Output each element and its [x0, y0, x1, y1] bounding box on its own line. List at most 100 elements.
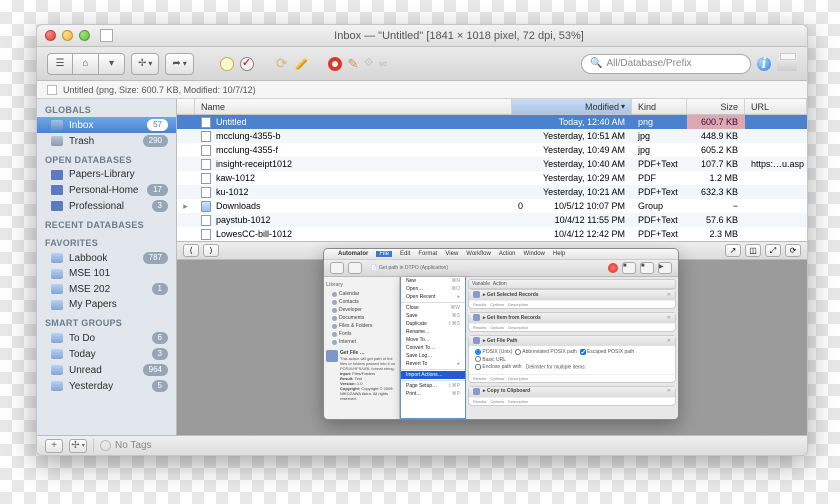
library-item[interactable]: Internet — [326, 338, 397, 346]
link-icon[interactable]: ⟐ — [364, 57, 373, 70]
sidebar-item[interactable]: MSE 101 — [37, 266, 176, 281]
action-footer-tab[interactable]: Results — [473, 325, 486, 330]
table-row[interactable]: ▸Downloads010/5/12 10:07 PMGroup− — [177, 199, 807, 213]
table-row[interactable]: mcclung-4355-fYesterday, 10:49 AMjpg605.… — [177, 143, 807, 157]
url-radio[interactable] — [475, 356, 481, 362]
menu-item[interactable]: New⌘N — [401, 277, 465, 285]
menu-item[interactable]: Revert To▸ — [401, 360, 465, 368]
col-url[interactable]: URL — [745, 99, 807, 114]
workflow-action[interactable]: ▸ Get Selected Records✕ResultsOptionsDes… — [468, 289, 676, 309]
sidebar-item[interactable]: Trash290 — [37, 133, 176, 149]
sidebar-item[interactable]: Labbook787 — [37, 250, 176, 266]
menu-workflow[interactable]: Workflow — [466, 251, 491, 257]
menu-item[interactable]: Close⌘W — [401, 304, 465, 312]
workflow-action[interactable]: ▸ Get File Path✕ POSIX (Unix) Abbreviate… — [468, 335, 676, 383]
menu-window[interactable]: Window — [524, 251, 545, 257]
step-button[interactable]: ■ — [622, 262, 636, 274]
zoom-window-button[interactable] — [79, 30, 90, 41]
action-footer-tab[interactable]: Results — [473, 399, 486, 404]
menu-item[interactable]: Convert To… — [401, 344, 465, 352]
stop-button[interactable]: ■ — [640, 262, 654, 274]
home-button[interactable]: ⌂ — [73, 53, 99, 75]
action-footer-tab[interactable]: Results — [473, 376, 486, 381]
file-menu-dropdown[interactable]: New⌘NOpen…⌘OOpen Recent▸ Close⌘WSave⌘SDup… — [400, 277, 466, 419]
table-row[interactable]: UntitledToday, 12:40 AMpng600.7 KB — [177, 115, 807, 129]
delete-icon[interactable] — [328, 57, 342, 71]
table-row[interactable]: kaw-1012Yesterday, 10:29 AMPDF1.2 MB — [177, 171, 807, 185]
menu-item[interactable]: Page Setup…⇧⌘P — [401, 382, 465, 390]
library-item[interactable]: Calendar — [326, 290, 397, 298]
library-item[interactable]: Developer — [326, 306, 397, 314]
col-size[interactable]: Size — [687, 99, 745, 114]
pv-action1-button[interactable]: ↗ — [725, 244, 741, 257]
action-footer-tab[interactable]: Description — [508, 399, 528, 404]
sidebar-item[interactable]: To Do6 — [37, 330, 176, 346]
sidebar-item[interactable]: Today3 — [37, 346, 176, 362]
media-button[interactable] — [348, 262, 362, 274]
record-button[interactable] — [608, 263, 618, 273]
note-icon[interactable] — [220, 57, 234, 71]
escaped-checkbox[interactable] — [580, 349, 586, 355]
menu-view[interactable]: View — [445, 251, 458, 257]
search-field[interactable]: 🔍 All/Database/Prefix — [581, 54, 751, 74]
info-button[interactable]: i — [757, 57, 771, 71]
workflow-action[interactable]: ▸ Get Item from Records✕ResultsOptionsDe… — [468, 312, 676, 332]
action-footer-tab[interactable]: Results — [473, 302, 486, 307]
hide-library-button[interactable] — [330, 262, 344, 274]
gear-menu-button[interactable]: ✢▾ — [69, 439, 87, 453]
table-row[interactable]: LowesCC-bill-101210/4/12 12:42 PMPDF+Tex… — [177, 227, 807, 241]
library-item[interactable]: Contacts — [326, 298, 397, 306]
menu-item[interactable]: Rename… — [401, 328, 465, 336]
menu-edit[interactable]: Edit — [400, 251, 410, 257]
menu-item[interactable]: Open Recent▸ — [401, 293, 465, 301]
table-row[interactable]: mcclung-4355-bYesterday, 10:51 AMjpg448.… — [177, 129, 807, 143]
run-button[interactable]: ▶ — [658, 262, 672, 274]
remove-action-button[interactable]: ✕ — [667, 338, 671, 344]
minimize-window-button[interactable] — [62, 30, 73, 41]
enclose-checkbox[interactable] — [475, 364, 481, 370]
tools-icon[interactable]: ✎ — [348, 56, 359, 72]
sidebar-item[interactable]: My Papers — [37, 297, 176, 312]
menu-action[interactable]: Action — [499, 251, 516, 257]
action-footer-tab[interactable]: Description — [508, 302, 528, 307]
menu-item[interactable]: Import Actions… — [401, 371, 465, 379]
table-row[interactable]: ku-1012Yesterday, 10:21 AMPDF+Text632.3 … — [177, 185, 807, 199]
workflow-action[interactable]: ▸ Copy to Clipboard✕ResultsOptionsDescri… — [468, 386, 676, 406]
print-button[interactable] — [777, 57, 797, 71]
add-button[interactable]: + — [45, 439, 63, 453]
action-footer-tab[interactable]: Description — [508, 376, 528, 381]
sidebar-item[interactable]: Personal-Home17 — [37, 182, 176, 198]
pv-action3-button[interactable]: ⤢ — [765, 244, 781, 257]
col-name[interactable]: Name — [195, 99, 512, 114]
tags-area[interactable]: No Tags — [100, 440, 799, 451]
menu-item[interactable]: Duplicate⇧⌘S — [401, 320, 465, 328]
attach-icon[interactable]: ∞ — [379, 58, 387, 70]
menu-item[interactable]: Open…⌘O — [401, 285, 465, 293]
back-button[interactable]: ▾ — [99, 53, 125, 75]
sidebar-item[interactable]: Yesterday5 — [37, 378, 176, 394]
col-icon[interactable] — [177, 99, 195, 114]
menu-item[interactable]: Print…⌘P — [401, 390, 465, 398]
menu-item[interactable]: Move To… — [401, 336, 465, 344]
abbrev-radio[interactable] — [515, 349, 521, 355]
menu-file[interactable]: File — [376, 251, 392, 257]
sidebar-toggle-button[interactable]: ☰ — [47, 53, 73, 75]
action-footer-tab[interactable]: Options — [490, 302, 504, 307]
posix-radio[interactable] — [475, 349, 481, 355]
remove-action-button[interactable]: ✕ — [667, 292, 671, 298]
proxy-icon[interactable] — [100, 29, 113, 42]
sidebar-item[interactable]: Inbox57 — [37, 117, 176, 133]
remove-action-button[interactable]: ✕ — [667, 388, 671, 394]
library-item[interactable]: Fonts — [326, 330, 397, 338]
edit-icon[interactable] — [294, 57, 308, 71]
col-modified[interactable]: Modified▾ — [512, 99, 632, 114]
menu-item[interactable]: Save⌘S — [401, 312, 465, 320]
sidebar-item[interactable]: Professional3 — [37, 198, 176, 214]
col-kind[interactable]: Kind — [632, 99, 687, 114]
action-footer-tab[interactable]: Options — [490, 399, 504, 404]
library-item[interactable]: Files & Folders — [326, 322, 397, 330]
action-footer-tab[interactable]: Description — [508, 325, 528, 330]
action-menu-button[interactable]: ✢▾ — [131, 53, 159, 75]
menu-item[interactable]: Save Log… — [401, 352, 465, 360]
sidebar-item[interactable]: Papers-Library — [37, 167, 176, 182]
